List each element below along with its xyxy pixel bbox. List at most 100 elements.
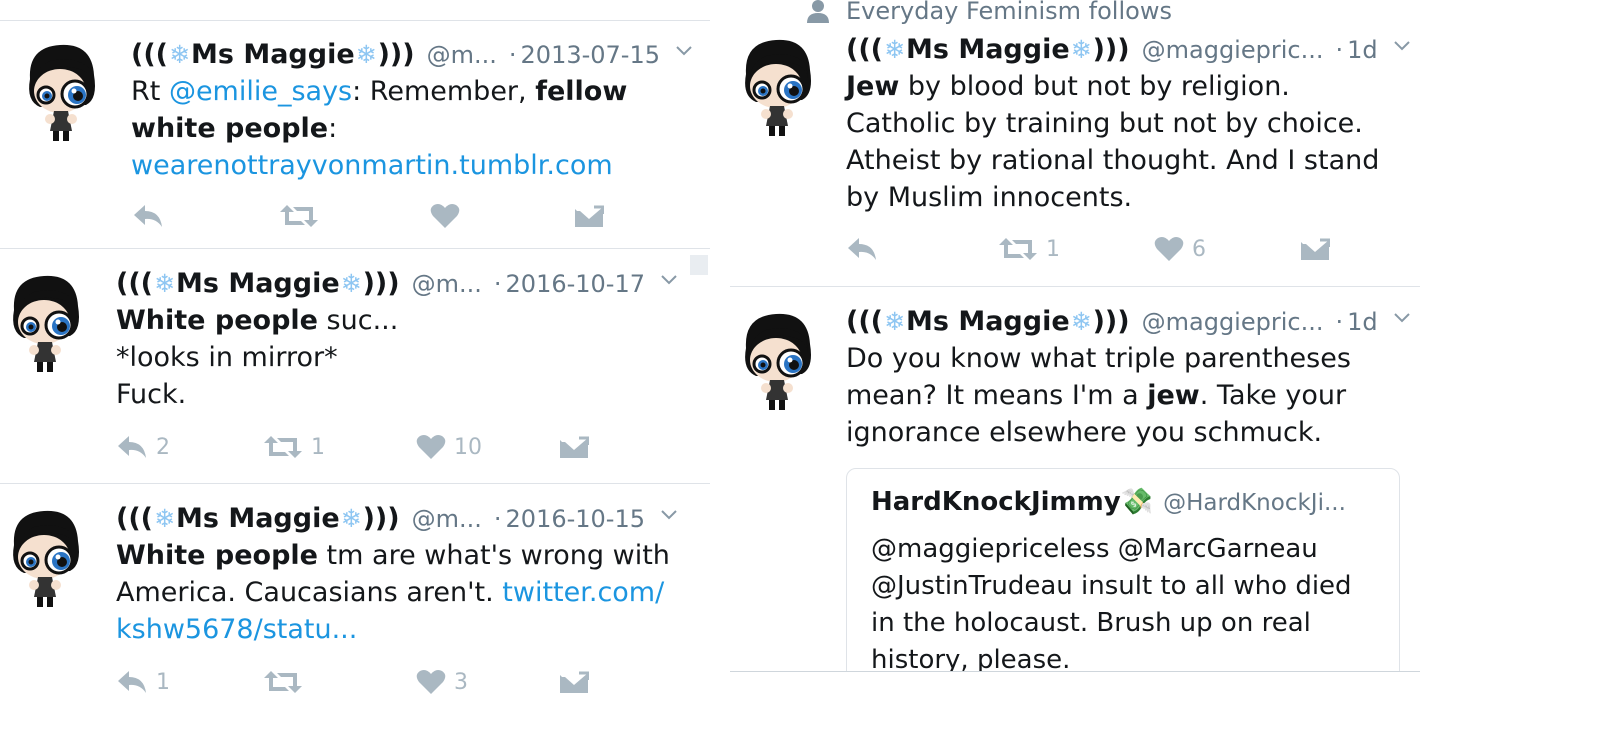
avatar[interactable]	[736, 34, 818, 138]
chevron-down-icon[interactable]	[661, 507, 677, 523]
retweet-button[interactable]	[263, 669, 303, 695]
retweet-button[interactable]	[279, 203, 319, 229]
money-emoji-icon: 💸	[1120, 487, 1154, 517]
like-count: 10	[454, 434, 482, 460]
avatar[interactable]	[20, 39, 102, 143]
retweet-icon	[280, 205, 318, 227]
display-name[interactable]: (((❄ Ms Maggie ❄)))	[846, 304, 1130, 340]
right-timeline: Everyday Feminism follows (((❄ Ms Maggie ❄…	[730, 0, 1600, 672]
snowflake-icon: ❄	[355, 40, 377, 69]
reply-count: 1	[156, 669, 170, 695]
tweet-header: (((❄ Ms Maggie ❄))) @m... · 2016-10-15	[116, 501, 701, 537]
reply-button[interactable]	[132, 203, 164, 229]
tweet-header: (((❄ Ms Maggie ❄))) @m... · 2013-07-15	[131, 37, 701, 73]
scrollbar-thumb[interactable]	[690, 255, 708, 275]
separator-dot: ·	[493, 505, 502, 533]
url-link[interactable]: wearenottrayvonmartin.tumblr.com	[131, 150, 613, 181]
quoted-display-name[interactable]: HardKnockJimmy	[871, 487, 1121, 517]
chevron-down-icon[interactable]	[676, 43, 692, 59]
reply-icon	[118, 436, 146, 458]
snowflake-icon: ❄	[340, 504, 362, 533]
reply-count: 2	[156, 434, 170, 460]
timestamp[interactable]: 1d	[1347, 32, 1378, 68]
like-count: 3	[454, 669, 468, 695]
reply-icon	[134, 205, 162, 227]
like-button[interactable]: 6	[1154, 236, 1206, 262]
left-timeline: (((❄ Ms Maggie ❄))) @m... · 2013-07-15 Rt …	[0, 0, 710, 733]
timestamp[interactable]: 1d	[1347, 304, 1378, 340]
avatar[interactable]	[4, 270, 86, 374]
handle[interactable]: @maggiepric...	[1142, 304, 1324, 340]
like-button[interactable]: 3	[416, 669, 468, 695]
envelope-icon	[560, 671, 589, 693]
retweet-button[interactable]: 1	[998, 236, 1060, 262]
tweet-header: (((❄ Ms Maggie ❄))) @m... · 2016-10-17	[116, 266, 701, 302]
tweet[interactable]: (((❄ Ms Maggie ❄))) @maggiepric... · 1d Je…	[730, 22, 1600, 287]
snowflake-icon: ❄	[169, 40, 190, 69]
snowflake-icon: ❄	[154, 269, 175, 298]
chevron-down-icon[interactable]	[1393, 310, 1410, 326]
tweet-text: Do you know what triple parentheses mean…	[846, 343, 1351, 448]
snowflake-icon: ❄	[1070, 307, 1092, 336]
reply-icon	[848, 238, 876, 260]
like-count: 6	[1192, 236, 1206, 262]
tweet[interactable]: (((❄ Ms Maggie ❄))) @m... · 2013-07-15 Rt …	[0, 21, 710, 249]
snowflake-icon: ❄	[1070, 35, 1092, 64]
tweet-text: White people suc... *looks in mirror* Fu…	[116, 305, 399, 410]
retweet-count: 1	[1046, 236, 1060, 262]
envelope-icon	[560, 436, 589, 458]
heart-icon	[416, 435, 446, 459]
timestamp[interactable]: 2013-07-15	[521, 37, 660, 73]
reply-button[interactable]	[846, 236, 878, 262]
message-button[interactable]	[1300, 238, 1330, 262]
tweet[interactable]: (((❄ Ms Maggie ❄))) @m... · 2016-10-15 Whi…	[0, 485, 710, 733]
tweet-text: Rt @emilie_says: Remember, fellow white …	[131, 76, 628, 181]
tweet-text: White people tm are what's wrong with Am…	[116, 540, 670, 645]
retweet-button[interactable]: 1	[263, 434, 325, 460]
quoted-tweet[interactable]: HardKnockJimmy 💸 @HardKnockJi... @maggie…	[846, 468, 1400, 672]
like-button[interactable]	[430, 203, 460, 229]
display-name[interactable]: (((❄ Ms Maggie ❄)))	[116, 266, 400, 302]
reply-icon	[118, 671, 146, 693]
handle[interactable]: @m...	[412, 501, 482, 537]
handle[interactable]: @maggiepric...	[1142, 32, 1324, 68]
avatar[interactable]	[736, 308, 818, 412]
timestamp[interactable]: 2016-10-15	[506, 501, 645, 537]
quoted-tweet-text: @maggiepriceless @MarcGarneau @JustinTru…	[871, 534, 1352, 672]
display-name[interactable]: (((❄ Ms Maggie ❄)))	[846, 32, 1130, 68]
avatar[interactable]	[4, 505, 86, 609]
chevron-down-icon[interactable]	[1393, 38, 1410, 54]
retweet-icon	[999, 238, 1037, 260]
message-button[interactable]	[559, 436, 589, 460]
retweet-icon	[264, 436, 302, 458]
tweet[interactable]: (((❄ Ms Maggie ❄))) @m... · 2016-10-17 Whi…	[0, 250, 710, 484]
tweet-divider	[730, 286, 1420, 287]
display-name[interactable]: (((❄ Ms Maggie ❄)))	[116, 501, 400, 537]
separator-dot: ·	[1335, 308, 1344, 336]
snowflake-icon: ❄	[884, 35, 905, 64]
tweet-divider	[0, 483, 710, 484]
heart-icon	[1154, 237, 1184, 261]
envelope-icon	[1301, 238, 1330, 260]
tweet-header: (((❄ Ms Maggie ❄))) @maggiepric... · 1d	[846, 32, 1546, 68]
tweet[interactable]: (((❄ Ms Maggie ❄))) @maggiepric... · 1d Do…	[730, 288, 1600, 672]
quoted-handle[interactable]: @HardKnockJi...	[1163, 490, 1346, 516]
mention-link[interactable]: @emilie_says	[169, 76, 352, 107]
message-button[interactable]	[574, 205, 604, 229]
retweet-icon	[264, 671, 302, 693]
reply-button[interactable]: 1	[116, 669, 170, 695]
reply-button[interactable]: 2	[116, 434, 170, 460]
display-name[interactable]: (((❄ Ms Maggie ❄)))	[131, 37, 415, 73]
chevron-down-icon[interactable]	[661, 272, 677, 288]
heart-icon	[416, 670, 446, 694]
envelope-icon	[575, 205, 604, 227]
person-icon	[807, 0, 829, 23]
like-button[interactable]: 10	[416, 434, 482, 460]
panel-bottom-border	[730, 671, 1420, 672]
handle[interactable]: @m...	[427, 37, 497, 73]
quoted-tweet-header: HardKnockJimmy 💸 @HardKnockJi...	[871, 487, 1346, 517]
timestamp[interactable]: 2016-10-17	[506, 266, 645, 302]
snowflake-icon: ❄	[884, 307, 905, 336]
message-button[interactable]	[559, 671, 589, 695]
handle[interactable]: @m...	[412, 266, 482, 302]
